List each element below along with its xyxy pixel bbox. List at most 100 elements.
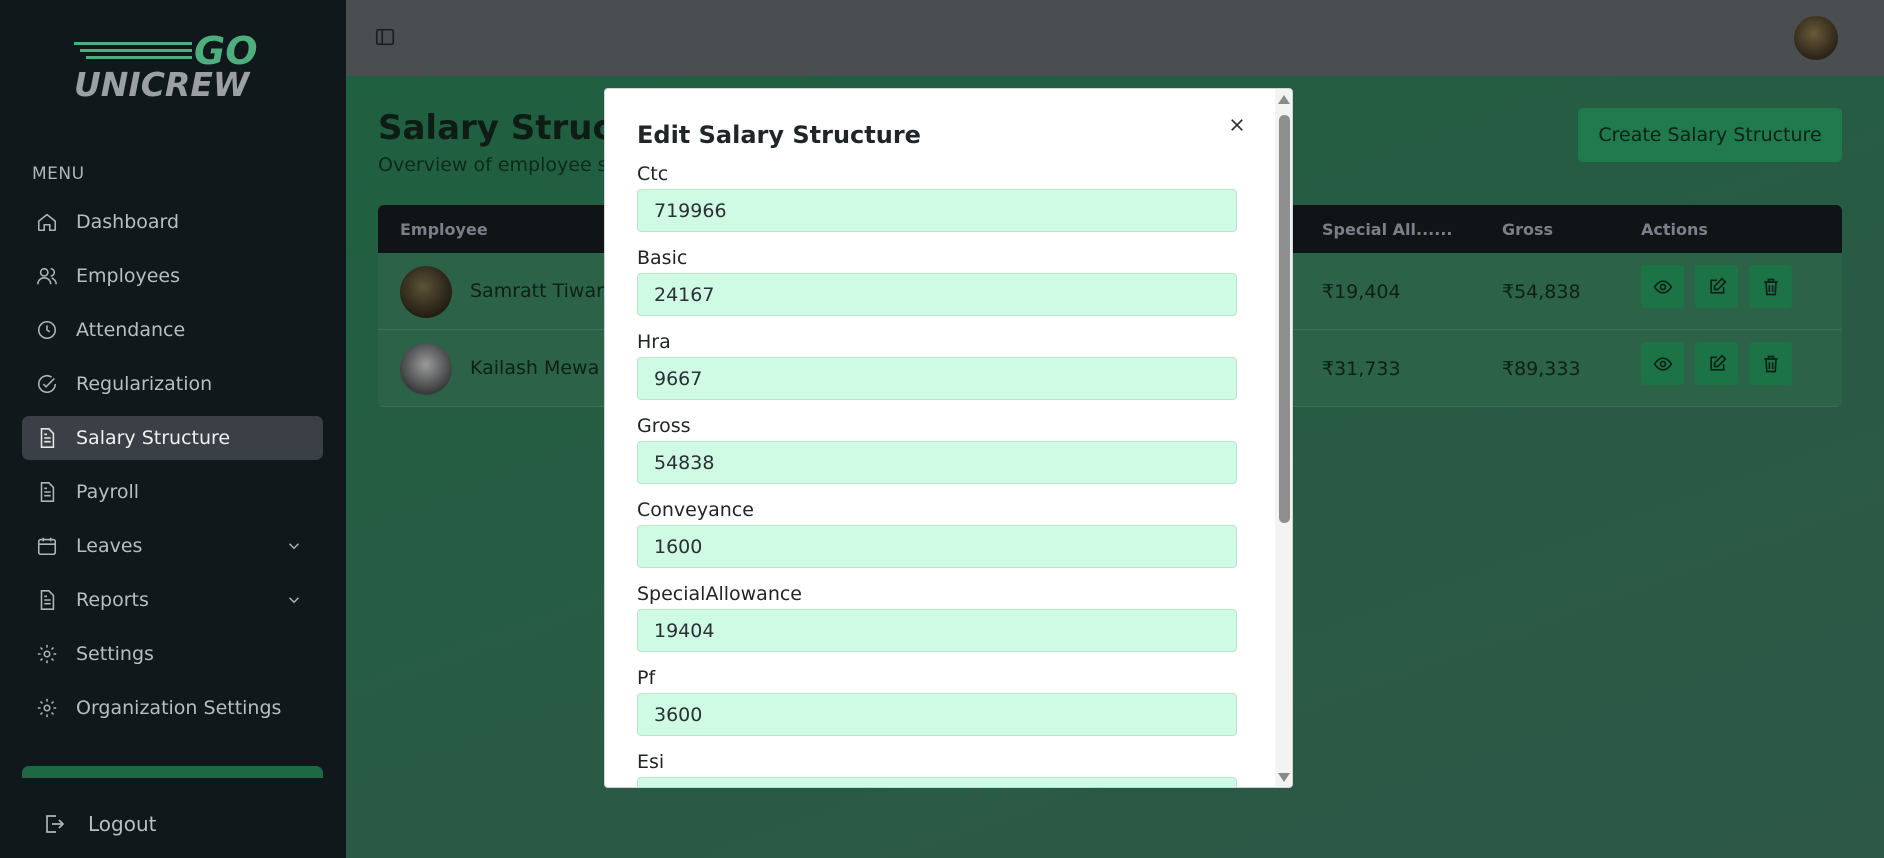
salary-form: Ctc Basic Hra Gross Conveyance SpecialAl… <box>637 163 1237 787</box>
sidebar-item-payroll[interactable]: Payroll <box>22 470 323 514</box>
eye-icon <box>1653 356 1672 371</box>
sidebar-item-label: Leaves <box>76 535 143 557</box>
sidebar-item-label: Salary Structure <box>76 427 231 449</box>
edit-icon <box>1709 353 1727 371</box>
esi-input[interactable] <box>637 777 1237 787</box>
sidebar-item-label: Dashboard <box>76 211 180 233</box>
logout-label: Logout <box>88 812 157 836</box>
eye-icon <box>1653 279 1672 294</box>
field-basic: Basic <box>637 247 1237 331</box>
special-allowance-value: ₹31,733 <box>1322 358 1401 380</box>
menu-label: MENU <box>32 164 85 184</box>
special-allowance-value: ₹19,404 <box>1322 281 1401 303</box>
gear-icon <box>36 697 58 719</box>
document-icon <box>36 481 58 503</box>
document-icon <box>36 589 58 611</box>
column-header-actions: Actions <box>1641 220 1708 239</box>
delete-button[interactable] <box>1749 265 1792 308</box>
sidebar-toggle-icon[interactable] <box>374 26 396 48</box>
edit-button[interactable] <box>1695 265 1738 308</box>
field-label: Ctc <box>637 163 669 185</box>
pf-input[interactable] <box>637 693 1237 736</box>
sidebar-item-label: Payroll <box>76 481 140 503</box>
gross-value: ₹54,838 <box>1502 281 1581 303</box>
sidebar: GO UNICREW MENU Dashboard Employees Atte… <box>0 0 346 858</box>
edit-button[interactable] <box>1695 342 1738 385</box>
logout-icon <box>46 815 65 833</box>
delete-button[interactable] <box>1749 342 1792 385</box>
field-ctc: Ctc <box>637 163 1237 247</box>
sidebar-item-settings[interactable]: Settings <box>22 632 323 676</box>
calendar-icon <box>36 535 58 557</box>
field-label: Basic <box>637 247 688 269</box>
sidebar-item-attendance[interactable]: Attendance <box>22 308 323 352</box>
sidebar-item-reports[interactable]: Reports <box>22 578 323 622</box>
sidebar-item-salary-structure[interactable]: Salary Structure <box>22 416 323 460</box>
employee-name: Kailash Mewa <box>470 357 600 379</box>
field-esi: Esi <box>637 751 1237 787</box>
view-button[interactable] <box>1641 265 1684 308</box>
field-label: Gross <box>637 415 691 437</box>
modal-title: Edit Salary Structure <box>637 121 921 149</box>
trash-icon <box>1763 355 1778 372</box>
field-special-allowance: SpecialAllowance <box>637 583 1237 667</box>
sidebar-item-regularization[interactable]: Regularization <box>22 362 323 406</box>
scroll-up-arrow-icon[interactable] <box>1278 95 1290 104</box>
sidebar-item-label: Reports <box>76 589 149 611</box>
scroll-thumb[interactable] <box>1279 115 1290 523</box>
scroll-down-arrow-icon[interactable] <box>1278 773 1290 782</box>
gross-value: ₹89,333 <box>1502 358 1581 380</box>
field-label: Conveyance <box>637 499 754 521</box>
sidebar-item-label: Attendance <box>76 319 186 341</box>
check-circle-icon <box>36 373 58 395</box>
clock-icon <box>36 319 58 341</box>
chevron-down-icon[interactable] <box>285 591 303 609</box>
field-label: Hra <box>637 331 671 353</box>
field-label: Pf <box>637 667 656 689</box>
close-icon <box>1231 119 1243 131</box>
modal-scrollbar[interactable] <box>1275 89 1292 787</box>
edit-icon <box>1709 276 1727 294</box>
sidebar-bottom-card <box>22 766 323 778</box>
sidebar-item-employees[interactable]: Employees <box>22 254 323 298</box>
employee-avatar <box>400 266 452 318</box>
users-icon <box>36 265 58 287</box>
column-header-gross[interactable]: Gross <box>1502 220 1553 239</box>
sidebar-item-label: Regularization <box>76 373 213 395</box>
field-gross: Gross <box>637 415 1237 499</box>
sidebar-item-label: Employees <box>76 265 180 287</box>
basic-input[interactable] <box>637 273 1237 316</box>
sidebar-item-label: Settings <box>76 643 154 665</box>
column-header-special-allowance[interactable]: Special All...... <box>1322 220 1452 239</box>
sidebar-item-leaves[interactable]: Leaves <box>22 524 323 568</box>
employee-avatar <box>400 343 452 395</box>
edit-salary-structure-modal: Edit Salary Structure Ctc Basic Hra Gros… <box>604 88 1293 788</box>
field-label: SpecialAllowance <box>637 583 802 605</box>
logout-button[interactable]: Logout <box>42 812 156 836</box>
sidebar-item-dashboard[interactable]: Dashboard <box>22 200 323 244</box>
brand-logo: GO UNICREW <box>74 29 258 100</box>
avatar[interactable] <box>1794 16 1838 60</box>
close-button[interactable] <box>1225 113 1249 137</box>
view-button[interactable] <box>1641 342 1684 385</box>
sidebar-nav: Dashboard Employees Attendance Regulariz… <box>22 200 323 740</box>
sidebar-item-label: Organization Settings <box>76 697 282 719</box>
column-header-employee[interactable]: Employee <box>400 220 488 239</box>
document-icon <box>36 427 58 449</box>
field-pf: Pf <box>637 667 1237 751</box>
top-bar <box>346 0 1884 76</box>
conveyance-input[interactable] <box>637 525 1237 568</box>
field-conveyance: Conveyance <box>637 499 1237 583</box>
field-label: Esi <box>637 751 665 773</box>
gear-icon <box>36 643 58 665</box>
svg-text:UNICREW: UNICREW <box>74 65 251 100</box>
sidebar-item-organization-settings[interactable]: Organization Settings <box>22 686 323 730</box>
special-allowance-input[interactable] <box>637 609 1237 652</box>
hra-input[interactable] <box>637 357 1237 400</box>
chevron-down-icon[interactable] <box>285 537 303 555</box>
gross-input[interactable] <box>637 441 1237 484</box>
trash-icon <box>1763 278 1778 295</box>
page-subtitle: Overview of employee s <box>378 154 608 176</box>
ctc-input[interactable] <box>637 189 1237 232</box>
create-salary-structure-button[interactable]: Create Salary Structure <box>1578 108 1842 162</box>
